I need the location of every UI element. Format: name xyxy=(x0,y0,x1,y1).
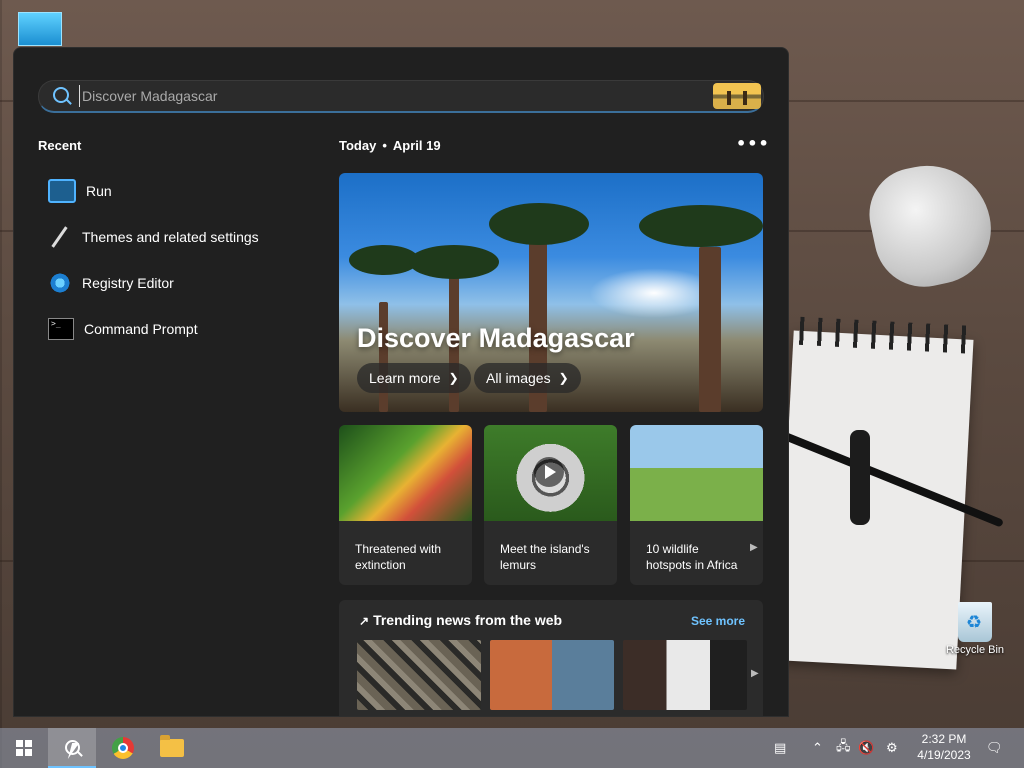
this-pc-icon[interactable] xyxy=(18,12,62,46)
start-button[interactable] xyxy=(0,728,48,768)
recent-item-command-prompt[interactable]: Command Prompt xyxy=(38,306,318,352)
news-thumbnail[interactable] xyxy=(490,640,614,710)
notebook-rings xyxy=(793,316,975,354)
registry-editor-icon xyxy=(48,273,72,293)
clock-time: 2:32 PM xyxy=(921,732,967,746)
windows-logo-icon xyxy=(16,740,32,756)
baobab-tree xyxy=(699,247,721,412)
recent-item-registry-editor[interactable]: Registry Editor xyxy=(38,260,318,306)
recent-item-label: Run xyxy=(86,183,112,199)
today-label: Today xyxy=(339,138,377,153)
card-lemurs[interactable]: Meet the island's lemurs xyxy=(484,425,617,585)
baobab-tree xyxy=(379,302,388,412)
recycle-bin-icon: ♻ xyxy=(958,602,992,642)
taskbar: ▤ ⌃ 🖧 🔇 ⚙ 2:32 PM 4/19/2023 🗨 xyxy=(0,728,1024,768)
recent-heading: Recent xyxy=(38,138,82,153)
trending-news-section: ↗ Trending news from the web See more ▶ xyxy=(339,600,763,716)
card-wildlife[interactable]: 10 wildlife hotspots in Africa xyxy=(630,425,763,585)
recycle-bin-label: Recycle Bin xyxy=(945,644,1005,656)
settings-gear-icon[interactable]: ⚙ xyxy=(886,728,898,768)
recent-item-label: Themes and related settings xyxy=(82,229,259,245)
see-more-link[interactable]: See more xyxy=(691,614,745,628)
pen-cap-decoration xyxy=(850,430,870,525)
search-input[interactable] xyxy=(79,85,692,107)
card-caption: Threatened with extinction xyxy=(355,542,442,572)
content-cards: Threatened with extinction Meet the isla… xyxy=(339,425,763,585)
command-prompt-icon xyxy=(48,318,74,340)
card-image xyxy=(484,425,617,521)
crumpled-paper-decoration xyxy=(860,154,1002,296)
baobab-canopy xyxy=(639,205,763,247)
more-options-icon[interactable]: ••• xyxy=(736,134,770,153)
chevron-right-icon: ❯ xyxy=(558,371,569,385)
recent-item-label: Command Prompt xyxy=(84,321,198,337)
trending-up-icon: ↗ xyxy=(359,614,370,628)
search-bar[interactable] xyxy=(38,80,764,113)
trending-title: ↗ Trending news from the web xyxy=(359,612,562,628)
learn-more-label: Learn more xyxy=(369,370,441,386)
card-image xyxy=(339,425,472,521)
news-next-arrow-icon[interactable]: ▶ xyxy=(751,668,759,679)
play-icon xyxy=(534,457,564,487)
recent-item-run[interactable]: Run xyxy=(38,168,318,214)
cards-next-arrow-icon[interactable]: ▶ xyxy=(750,542,758,553)
chevron-right-icon: ❯ xyxy=(448,371,459,385)
clock-date: 4/19/2023 xyxy=(917,748,971,762)
brush-icon xyxy=(48,227,72,247)
chrome-icon xyxy=(112,737,134,759)
volume-muted-icon[interactable]: 🔇 xyxy=(858,728,874,768)
taskbar-clock[interactable]: 2:32 PM 4/19/2023 xyxy=(912,731,976,763)
taskbar-file-explorer[interactable] xyxy=(148,728,196,768)
folder-icon xyxy=(160,735,184,757)
notifications-icon[interactable]: 🗨 xyxy=(986,728,1003,768)
recent-item-label: Registry Editor xyxy=(82,275,174,291)
news-thumbnail[interactable] xyxy=(357,640,481,710)
search-panel: Recent Run Themes and related settings R… xyxy=(13,47,789,717)
today-date: April 19 xyxy=(392,138,441,153)
run-icon xyxy=(48,179,76,203)
taskbar-chrome[interactable] xyxy=(99,728,147,768)
all-images-label: All images xyxy=(486,370,551,386)
chevron-up-icon[interactable]: ⌃ xyxy=(812,728,823,768)
news-widget-icon[interactable]: ▤ xyxy=(774,728,786,768)
card-image xyxy=(630,425,763,521)
baobab-canopy xyxy=(489,203,589,245)
trending-title-label: Trending news from the web xyxy=(373,612,563,628)
all-images-button[interactable]: All images ❯ xyxy=(474,363,581,393)
network-icon[interactable]: 🖧 xyxy=(836,728,851,768)
learn-more-button[interactable]: Learn more ❯ xyxy=(357,363,471,393)
recycle-bin[interactable]: ♻ Recycle Bin xyxy=(940,602,1010,656)
news-thumbnail[interactable] xyxy=(623,640,747,710)
baobab-canopy xyxy=(409,245,499,279)
search-icon xyxy=(53,87,69,103)
hero-title: Discover Madagascar xyxy=(357,323,635,353)
today-heading: Today • April 19 xyxy=(339,138,441,153)
card-caption: 10 wildlife hotspots in Africa xyxy=(646,542,738,572)
search-highlight-thumbnail[interactable] xyxy=(713,83,761,109)
card-caption: Meet the island's lemurs xyxy=(500,542,590,572)
card-chameleon[interactable]: Threatened with extinction xyxy=(339,425,472,585)
recent-item-themes[interactable]: Themes and related settings xyxy=(38,214,318,260)
recent-list: Run Themes and related settings Registry… xyxy=(38,168,318,352)
hero-card[interactable]: Discover Madagascar Learn more ❯ All imag… xyxy=(339,173,763,412)
